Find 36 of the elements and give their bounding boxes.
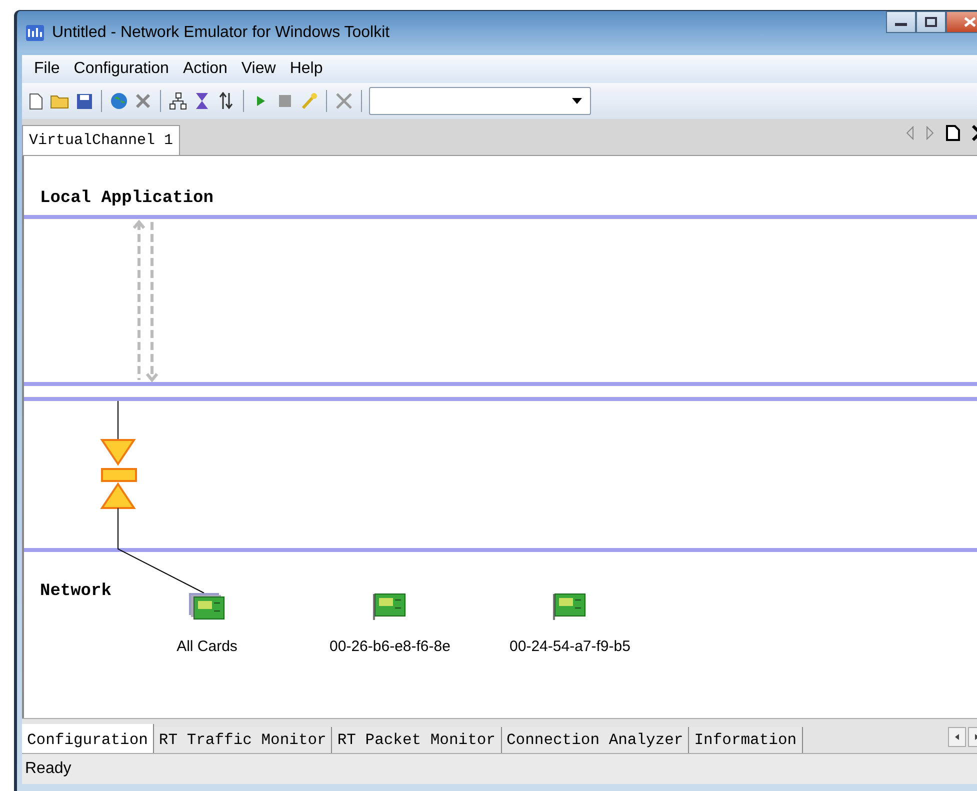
status-text: Ready (25, 760, 72, 778)
new-page-icon[interactable] (946, 125, 960, 141)
view-tab[interactable]: RT Traffic Monitor (154, 727, 332, 753)
card-label: All Cards (176, 638, 238, 655)
view-tab[interactable]: Configuration (22, 724, 154, 753)
view-tab[interactable]: Information (689, 727, 803, 753)
document-tab[interactable]: VirtualChannel 1 (22, 125, 180, 155)
hierarchy-icon[interactable] (168, 91, 188, 111)
close-icon (964, 17, 976, 27)
view-tab[interactable]: RT Packet Monitor (332, 727, 502, 753)
lane-title: Network (40, 582, 112, 601)
card-label: 00-26-b6-e8-f6-8e (330, 638, 450, 655)
delete-icon[interactable] (334, 91, 354, 111)
view-tab[interactable]: Connection Analyzer (502, 727, 690, 753)
lane-title: Local Application (40, 189, 214, 208)
network-card-icon[interactable] (189, 593, 224, 620)
maximize-icon (925, 17, 937, 27)
maximize-button[interactable] (916, 11, 946, 33)
dropdown-field[interactable] (369, 87, 591, 115)
menu-item[interactable]: Configuration (68, 58, 175, 80)
menu-item[interactable]: Help (284, 58, 329, 80)
left-arrow-icon (955, 734, 959, 740)
hourglass-node-icon[interactable] (100, 439, 137, 509)
minimize-button[interactable] (886, 11, 916, 33)
globe-icon[interactable] (109, 91, 129, 111)
menu-item[interactable]: View (235, 58, 282, 80)
scroll-left-button[interactable] (948, 727, 966, 747)
app-icon (26, 25, 44, 41)
caret-icon (572, 98, 582, 104)
menu-item[interactable]: File (28, 58, 66, 80)
network-card-icon[interactable] (553, 594, 586, 620)
menu-item[interactable]: Action (176, 58, 234, 80)
window-title: Untitled - Network Emulator for Windows Toolkit (52, 24, 390, 42)
network-card-icon[interactable] (373, 594, 406, 620)
card-label: 00-24-54-a7-f9-b5 (510, 638, 630, 655)
save-icon[interactable] (74, 91, 94, 111)
